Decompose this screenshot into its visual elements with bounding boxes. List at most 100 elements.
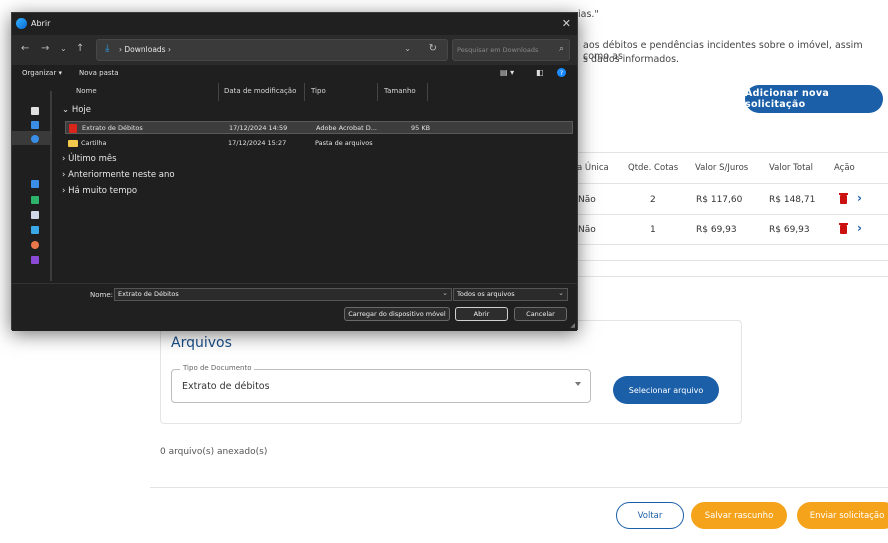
dialog-sidebar [12,83,52,283]
organize-menu[interactable]: Organizar ▾ [22,69,62,77]
cell-unica: Não [578,225,596,235]
group-label: Último mês [68,154,117,164]
delete-icon[interactable] [839,223,848,234]
onedrive-icon[interactable] [31,135,39,143]
edge-logo-icon [16,18,27,29]
chevron-down-icon[interactable]: ⌄ [60,44,67,53]
select-file-button[interactable]: Selecionar arquivo [613,376,719,404]
close-icon[interactable]: ✕ [562,17,571,30]
gallery-icon[interactable] [31,121,39,129]
col-separator[interactable] [427,83,428,101]
group-today[interactable]: ⌄ Hoje [62,105,91,115]
chevron-right-icon[interactable]: › [857,191,862,205]
filename-input[interactable]: Extrato de Débitos ⌄ [114,288,452,301]
file-row[interactable]: Extrato de Débitos 17/12/2024 14:59 Adob… [65,121,573,134]
cell-cotas: 2 [650,195,656,205]
cell-total: R$ 69,93 [769,225,810,235]
cancel-button[interactable]: Cancelar [514,307,567,321]
upload-mobile-button[interactable]: Carregar do dispositivo móvel [344,307,450,321]
file-date: 17/12/2024 14:59 [229,124,288,132]
filename-label: Nome: [90,291,114,299]
forward-arrow-icon[interactable]: → [41,43,49,54]
resize-grip-icon[interactable]: ◢ [570,322,575,329]
doc-type-value: Extrato de débitos [182,381,270,392]
downloads-icon[interactable] [31,196,39,204]
filetype-value: Todos os arquivos [457,290,515,298]
search-icon: ⌕ [558,44,564,54]
address-bar[interactable]: ⤓ › Downloads › ⌄ ↻ [96,39,448,61]
group-label: Anteriormente neste ano [68,170,175,180]
col-date[interactable]: Data de modificação [224,87,296,95]
group-label: Há muito tempo [68,186,138,196]
file-date: 17/12/2024 15:27 [228,139,287,147]
videos-icon[interactable] [31,256,39,264]
up-arrow-icon[interactable]: ↑ [76,43,84,54]
col-header-valor: Valor S/Juros [695,163,749,173]
refresh-icon[interactable]: ↻ [429,43,437,54]
desktop-icon[interactable] [31,180,39,188]
open-file-dialog: Abrir ✕ ← → ⌄ ↑ ⤓ › Downloads › ⌄ ↻ Pesq… [11,12,578,331]
attached-count: 0 arquivo(s) anexado(s) [160,447,268,457]
file-name: Cartilha [81,139,107,147]
file-row[interactable]: Cartilha 17/12/2024 15:27 Pasta de arqui… [65,137,573,150]
cell-valor: R$ 69,93 [696,225,737,235]
documents-icon[interactable] [31,211,39,219]
dialog-toolbar: Organizar ▾ Nova pasta ▤ ▾ ◧ ? [12,65,577,83]
col-separator[interactable] [304,83,305,101]
group-last-month[interactable]: › Último mês [62,154,117,164]
divider [577,244,888,245]
new-folder-button[interactable]: Nova pasta [79,69,119,77]
search-placeholder: Pesquisar em Downloads [457,46,539,54]
cell-valor: R$ 117,60 [696,195,743,205]
music-icon[interactable] [31,241,39,249]
text-fragment: ias." [578,9,599,20]
file-size: 95 KB [411,124,431,132]
chevron-down-icon[interactable]: ⌄ [404,44,411,53]
chevron-right-icon[interactable]: › [857,221,862,235]
chevron-down-icon: ⌄ [558,289,564,297]
back-arrow-icon[interactable]: ← [21,43,29,54]
col-name[interactable]: Nome [76,87,97,95]
preview-pane-icon[interactable]: ◧ [536,68,544,77]
doc-type-label: Tipo de Documento [180,364,255,372]
cell-unica: Não [578,195,596,205]
divider [577,276,888,277]
arquivos-card: Arquivos Tipo de Documento Extrato de dé… [160,320,742,424]
add-request-button[interactable]: Adicionar nova solicitação [745,85,883,113]
divider [577,214,888,215]
search-input[interactable]: Pesquisar em Downloads ⌕ [452,39,570,61]
col-separator[interactable] [377,83,378,101]
delete-icon[interactable] [839,193,848,204]
col-type[interactable]: Tipo [311,87,326,95]
dialog-navbar: ← → ⌄ ↑ ⤓ › Downloads › ⌄ ↻ Pesquisar em… [12,35,577,65]
address-folder: Downloads [124,45,166,54]
file-list: Nome Data de modificação Tipo Tamanho ⌄ … [60,83,576,283]
group-label: Hoje [71,105,92,115]
dialog-titlebar[interactable]: Abrir ✕ [12,13,577,35]
dialog-title: Abrir [31,19,51,28]
help-icon[interactable]: ? [557,68,566,77]
doc-type-select[interactable]: Tipo de Documento Extrato de débitos [171,364,591,403]
home-icon[interactable] [31,107,39,115]
text-fragment: s dados informados. [583,54,680,65]
group-long-ago[interactable]: › Há muito tempo [62,186,137,196]
arquivos-title: Arquivos [171,335,232,351]
chevron-down-icon[interactable]: ⌄ [442,289,448,297]
open-button[interactable]: Abrir [455,307,508,321]
submit-request-button[interactable]: Enviar solicitação [797,502,888,529]
save-draft-button[interactable]: Salvar rascunho [691,502,787,529]
caret-down-icon [575,382,581,386]
dialog-footer: Nome: Extrato de Débitos ⌄ Todos os arqu… [12,283,577,331]
pictures-icon[interactable] [31,226,39,234]
file-name: Extrato de Débitos [82,124,143,132]
filetype-select[interactable]: Todos os arquivos ⌄ [453,288,568,301]
cell-total: R$ 148,71 [769,195,816,205]
divider [150,487,888,488]
back-button[interactable]: Voltar [616,502,684,529]
col-size[interactable]: Tamanho [384,87,416,95]
view-options-icon[interactable]: ▤ ▾ [500,68,514,77]
col-header-unica: a Única [577,163,609,173]
group-earlier-this-year[interactable]: › Anteriormente neste ano [62,170,175,180]
sidebar-scrollbar[interactable] [50,91,52,281]
col-separator[interactable] [218,83,219,101]
